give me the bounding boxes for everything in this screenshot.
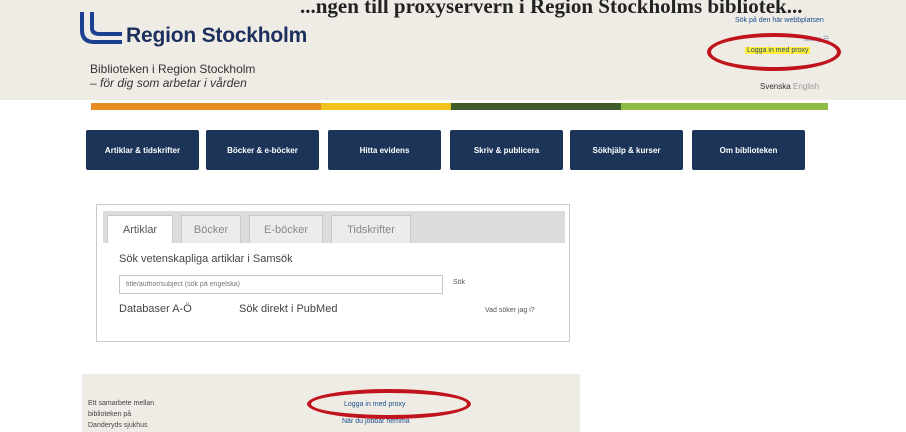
annotation-circle-header xyxy=(707,33,841,71)
search-widget: Artiklar Böcker E-böcker Tidskrifter Sök… xyxy=(96,204,570,342)
tab-books[interactable]: Böcker xyxy=(181,215,241,243)
language-english[interactable]: English xyxy=(793,82,819,91)
footer-text-line: biblioteken på xyxy=(88,411,132,418)
annotation-circle-footer xyxy=(307,389,471,419)
search-button[interactable]: Sök xyxy=(453,279,465,286)
search-heading: Sök vetenskapliga artiklar i Samsök xyxy=(119,253,293,265)
language-swedish[interactable]: Svenska xyxy=(760,82,791,91)
search-site-link[interactable]: Sök på den här webbplatsen xyxy=(735,17,824,24)
search-help-link[interactable]: Vad söker jag i? xyxy=(485,307,535,314)
nav-articles-journals[interactable]: Artiklar & tidskrifter xyxy=(86,130,199,170)
tagline-line-2: – för dig som arbetar i vården xyxy=(90,76,247,90)
color-bar-orange xyxy=(91,103,321,110)
footer-collaboration-text: Ett samarbete mellan biblioteken på Dand… xyxy=(88,398,154,431)
search-tabs: Artiklar Böcker E-böcker Tidskrifter xyxy=(103,211,565,243)
databases-a-o-link[interactable]: Databaser A-Ö xyxy=(119,303,192,315)
nav-write-publish[interactable]: Skriv & publicera xyxy=(450,130,563,170)
tab-articles[interactable]: Artiklar xyxy=(107,215,173,243)
color-bar-yellow xyxy=(321,103,451,110)
footer-when-home-link[interactable]: När du jobbar hemma xyxy=(342,418,410,425)
site-tagline: Biblioteken i Region Stockholm – för dig… xyxy=(90,62,255,90)
nav-about-libraries[interactable]: Om biblioteken xyxy=(692,130,805,170)
tagline-line-1: Biblioteken i Region Stockholm xyxy=(90,62,256,76)
nav-search-help-courses[interactable]: Sökhjälp & kurser xyxy=(570,130,683,170)
footer-text-line: Danderyds sjukhus xyxy=(88,422,148,429)
tab-journals[interactable]: Tidskrifter xyxy=(331,215,411,243)
nav-books-ebooks[interactable]: Böcker & e-böcker xyxy=(206,130,319,170)
pubmed-link[interactable]: Sök direkt i PubMed xyxy=(239,303,337,315)
tab-ebooks[interactable]: E-böcker xyxy=(249,215,323,243)
region-stockholm-logo-icon[interactable] xyxy=(78,12,122,48)
footer-text-line: Ett samarbete mellan xyxy=(88,400,155,407)
color-bar-light-green xyxy=(621,103,828,110)
page-title: ...ngen till proxyservern i Region Stock… xyxy=(300,0,803,18)
color-bar-dark-green xyxy=(451,103,621,110)
search-input[interactable] xyxy=(119,275,443,294)
logo-text[interactable]: Region Stockholm xyxy=(126,24,307,48)
nav-find-evidence[interactable]: Hitta evidens xyxy=(328,130,441,170)
